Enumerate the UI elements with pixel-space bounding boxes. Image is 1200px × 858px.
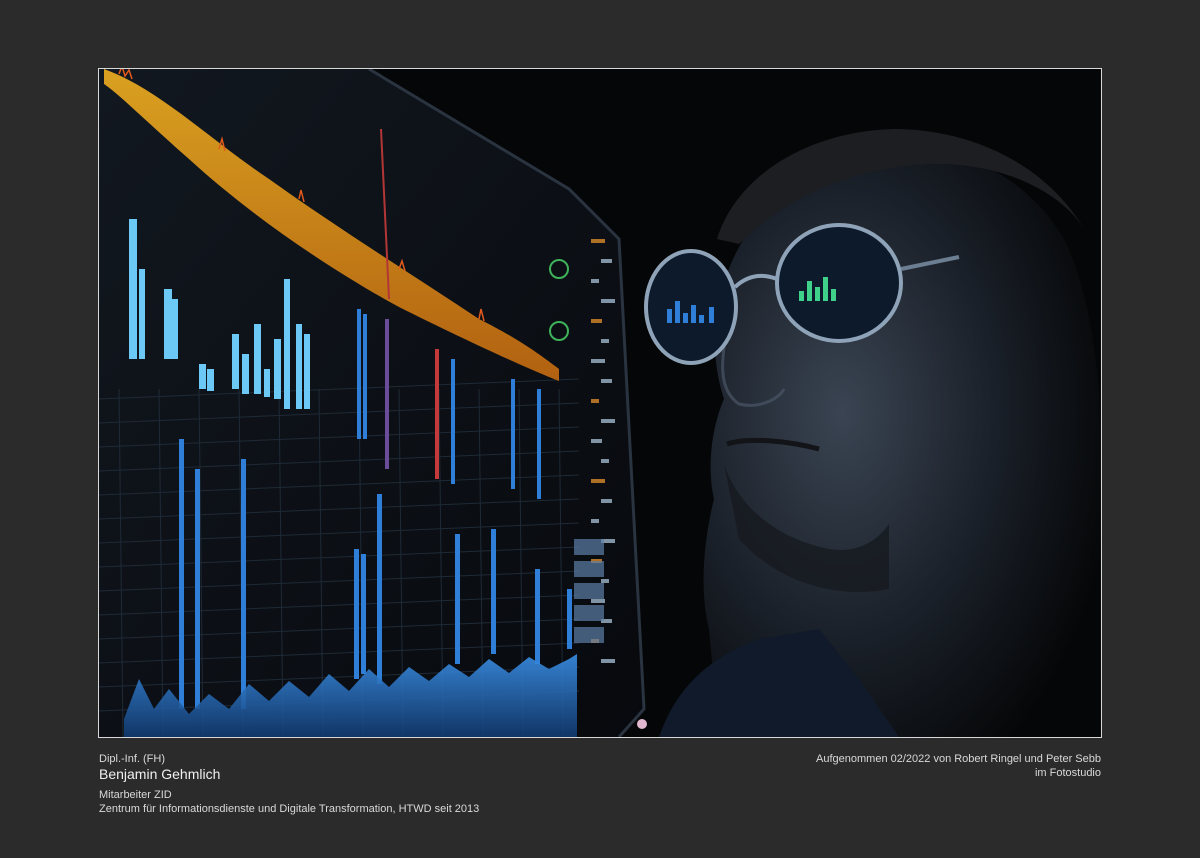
lens-bar: [823, 277, 828, 301]
side-panel-line: [591, 279, 599, 283]
lens-bar: [683, 313, 688, 323]
side-panel-line: [601, 579, 609, 583]
side-panel-line: [591, 319, 602, 323]
light-blue-bar: [199, 364, 206, 389]
lens-bar: [699, 315, 704, 323]
side-panel-line: [601, 659, 615, 663]
portrait-photo: [98, 68, 1102, 738]
light-blue-bar: [232, 334, 239, 389]
side-panel-line: [601, 499, 612, 503]
side-panel-line: [591, 479, 605, 483]
mid-spike: [357, 309, 361, 439]
side-panel-line: [591, 439, 602, 443]
lens-bar: [675, 301, 680, 323]
lens-bar: [815, 287, 820, 301]
light-blue-bar: [296, 324, 302, 409]
light-blue-bar: [284, 279, 290, 409]
bottom-spike: [491, 529, 496, 654]
side-panel-line: [601, 419, 615, 423]
mid-spike: [435, 349, 439, 479]
light-blue-bar: [129, 219, 137, 359]
bottom-spike: [354, 549, 359, 679]
light-blue-bar: [274, 339, 281, 399]
lens-bar: [807, 281, 812, 301]
lens-bar: [799, 291, 804, 301]
mid-spike: [537, 389, 541, 499]
lens-bar: [667, 309, 672, 323]
side-panel-block: [574, 583, 604, 599]
side-panel-line: [591, 599, 605, 603]
bottom-spike: [377, 494, 382, 684]
photo-location: im Fotostudio: [1034, 767, 1101, 779]
side-panel-line: [591, 239, 605, 243]
light-blue-bar: [164, 289, 172, 359]
light-blue-bar: [207, 369, 214, 391]
side-panel-block: [574, 605, 604, 621]
light-blue-bar: [254, 324, 261, 394]
photo-scene: [99, 69, 1101, 737]
light-blue-bar: [304, 334, 310, 409]
mid-spike: [385, 319, 389, 469]
bottom-spike: [455, 534, 460, 664]
lens-bar: [709, 307, 714, 323]
side-panel-line: [601, 339, 609, 343]
side-panel-line: [601, 259, 612, 263]
caption-right: Aufgenommen 02/2022 von Robert Ringel un…: [581, 752, 1101, 780]
monitor-led: [637, 719, 647, 729]
lens-bar: [691, 305, 696, 323]
side-panel-line: [601, 459, 609, 463]
side-panel-line: [601, 379, 612, 383]
bottom-spike: [361, 554, 366, 674]
side-panel-line: [591, 359, 605, 363]
side-panel-line: [601, 299, 615, 303]
side-panel-line: [591, 519, 599, 523]
mid-spike: [451, 359, 455, 484]
bottom-spike: [535, 569, 540, 664]
mid-spike: [363, 314, 367, 439]
side-panel-block: [574, 539, 604, 555]
glasses-right-lens: [775, 223, 903, 343]
side-panel-line: [591, 399, 599, 403]
side-panel-block: [574, 561, 604, 577]
bottom-spike: [567, 589, 572, 649]
mid-spike: [511, 379, 515, 489]
light-blue-bar: [139, 269, 145, 359]
light-blue-bar: [242, 354, 249, 394]
photo-credit: Aufgenommen 02/2022 von Robert Ringel un…: [816, 753, 1101, 765]
person-role: Mitarbeiter ZID: [99, 789, 172, 801]
person-department: Zentrum für Informationsdienste und Digi…: [99, 803, 480, 815]
bottom-spike: [241, 459, 246, 709]
light-blue-bar: [172, 299, 178, 359]
light-blue-bar: [264, 369, 270, 397]
side-panel-block: [574, 627, 604, 643]
bottom-spike: [179, 439, 184, 709]
bottom-spike: [195, 469, 200, 709]
lens-bar: [831, 289, 836, 301]
